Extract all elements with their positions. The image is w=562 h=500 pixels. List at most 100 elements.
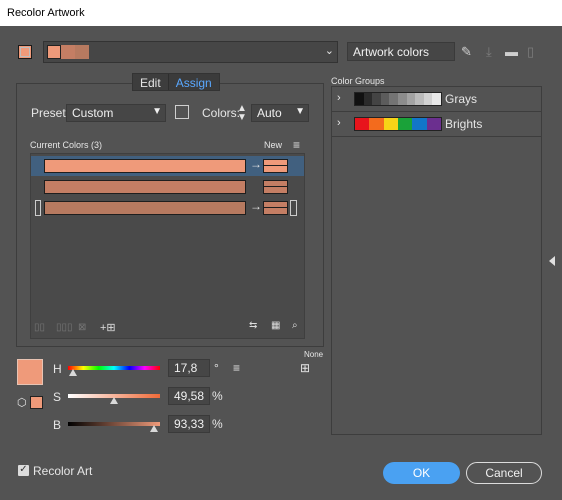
menu-icon[interactable]: ≡ bbox=[293, 138, 300, 152]
h-label: H bbox=[53, 362, 62, 376]
tab-edit[interactable]: Edit bbox=[133, 74, 168, 90]
color-group-handle-icon[interactable] bbox=[35, 200, 41, 216]
color-group-swatches bbox=[354, 117, 442, 131]
color-library-icon[interactable]: ⊞ bbox=[300, 361, 310, 375]
brightness-unit: % bbox=[212, 417, 223, 431]
saturation-field[interactable]: 49,58 bbox=[168, 387, 210, 405]
current-color-bar[interactable] bbox=[44, 159, 246, 173]
current-colors-list: → → bbox=[30, 153, 305, 339]
arrow-icon[interactable]: → bbox=[250, 157, 262, 171]
hue-slider-thumb[interactable] bbox=[68, 369, 77, 376]
brightness-slider[interactable] bbox=[68, 422, 160, 426]
eyedropper-icon[interactable]: ✎ bbox=[461, 44, 472, 60]
window-title-bar: Recolor Artwork bbox=[0, 0, 562, 26]
cancel-button[interactable]: Cancel bbox=[466, 462, 542, 484]
chevron-down-icon: ⌄ bbox=[324, 45, 334, 57]
group-swatch bbox=[363, 93, 373, 105]
preset-value: Custom bbox=[72, 106, 114, 120]
brightness-slider-thumb[interactable] bbox=[149, 425, 158, 432]
recolor-art-label: Recolor Art bbox=[33, 464, 93, 478]
chevron-down-icon: ▼ bbox=[152, 106, 162, 117]
color-groups-title: Color Groups bbox=[331, 76, 385, 86]
harmony-swatch bbox=[75, 45, 89, 59]
color-row[interactable] bbox=[31, 177, 304, 197]
color-group-swatches bbox=[354, 92, 442, 106]
chevron-down-icon: ▼ bbox=[295, 106, 305, 117]
none-label: None bbox=[304, 350, 324, 359]
new-color-swatch[interactable] bbox=[263, 159, 288, 173]
colors-stepper-icon[interactable]: ▲ ▼ bbox=[237, 104, 247, 123]
merge-colors-icon: ▯▯ bbox=[34, 322, 46, 333]
s-label: S bbox=[53, 390, 62, 404]
group-swatch bbox=[397, 93, 407, 105]
group-swatch bbox=[369, 118, 384, 130]
new-row-icon[interactable]: +⊞ bbox=[100, 321, 116, 334]
window-title: Recolor Artwork bbox=[7, 7, 85, 19]
group-swatch bbox=[389, 93, 398, 105]
fill-color-swatch[interactable] bbox=[30, 396, 43, 409]
color-row[interactable]: → bbox=[31, 156, 304, 176]
group-swatch bbox=[423, 93, 433, 105]
hue-unit: ° bbox=[214, 361, 219, 375]
color-group-name: Brights bbox=[445, 117, 483, 131]
active-color-swatch[interactable] bbox=[17, 359, 43, 385]
brightness-field[interactable]: 93,33 bbox=[168, 415, 210, 433]
b-label: B bbox=[53, 418, 62, 432]
find-colors-icon[interactable]: ⌕ bbox=[292, 320, 298, 331]
new-color-swatch[interactable] bbox=[263, 201, 288, 215]
exclude-colors-icon: ⊠ bbox=[78, 322, 87, 333]
group-swatch bbox=[426, 118, 441, 130]
new-color-handle-icon[interactable] bbox=[290, 200, 297, 216]
collapse-panel-icon[interactable] bbox=[549, 256, 555, 266]
color-groups-panel: › Grays › Brights bbox=[331, 86, 542, 435]
group-swatch bbox=[372, 93, 381, 105]
colors-value: Auto bbox=[257, 106, 282, 120]
current-colors-header: Current Colors (3) bbox=[30, 140, 103, 150]
tab-assign[interactable]: Assign bbox=[167, 74, 219, 90]
saturation-slider-thumb[interactable] bbox=[110, 397, 118, 404]
separate-colors-icon: ▯▯▯ bbox=[56, 322, 73, 333]
colors-dropdown[interactable]: Auto ▼ bbox=[251, 104, 309, 122]
color-row[interactable]: → bbox=[31, 198, 304, 218]
chevron-right-icon[interactable]: › bbox=[337, 117, 341, 129]
group-swatch bbox=[432, 93, 441, 105]
save-icon: ⤓ bbox=[486, 44, 492, 59]
hsb-menu-icon[interactable]: ≡ bbox=[233, 361, 240, 375]
hue-field[interactable]: 17,8 bbox=[168, 359, 210, 377]
ok-button[interactable]: OK bbox=[383, 462, 460, 484]
new-colors-header: New bbox=[264, 140, 283, 150]
preset-dropdown[interactable]: Custom ▼ bbox=[66, 104, 166, 122]
artwork-name-field[interactable]: Artwork colors bbox=[347, 42, 455, 61]
randomly-change-order-icon[interactable]: ⇆ bbox=[249, 320, 257, 331]
group-swatch bbox=[380, 93, 390, 105]
edit-assign-tabs: Edit Assign bbox=[132, 73, 220, 91]
harmony-swatch bbox=[61, 45, 75, 59]
trash-icon: ▯ bbox=[527, 44, 535, 59]
group-swatch bbox=[415, 93, 424, 105]
group-swatch bbox=[412, 118, 427, 130]
current-color-bar[interactable] bbox=[44, 180, 246, 194]
group-swatch bbox=[355, 118, 370, 130]
chevron-right-icon[interactable]: › bbox=[337, 92, 341, 104]
group-swatch bbox=[383, 118, 398, 130]
harmony-colors-dropdown[interactable]: ⌄ bbox=[43, 41, 338, 63]
recolor-art-checkbox[interactable]: ✓ bbox=[18, 465, 29, 476]
hue-slider[interactable] bbox=[68, 366, 160, 370]
folder-icon[interactable]: ▬ bbox=[505, 44, 518, 59]
current-color-swatch[interactable] bbox=[18, 45, 32, 59]
cube-icon: ⬡ bbox=[17, 397, 27, 409]
arrow-icon[interactable]: → bbox=[250, 199, 262, 213]
randomly-change-saturation-icon[interactable]: ▦ bbox=[271, 320, 280, 331]
group-swatch bbox=[355, 93, 364, 105]
new-color-swatch[interactable] bbox=[263, 180, 288, 194]
color-reduction-options-icon[interactable] bbox=[175, 105, 189, 119]
current-color-bar[interactable] bbox=[44, 201, 246, 215]
group-swatch bbox=[397, 118, 413, 130]
color-group-name: Grays bbox=[445, 92, 478, 106]
preset-label: Preset: bbox=[31, 106, 70, 120]
color-group-row[interactable]: › Brights bbox=[332, 112, 541, 137]
color-group-row[interactable]: › Grays bbox=[332, 87, 541, 112]
harmony-swatch bbox=[47, 45, 61, 59]
group-swatch bbox=[406, 93, 416, 105]
colors-label: Colors: bbox=[202, 106, 241, 120]
